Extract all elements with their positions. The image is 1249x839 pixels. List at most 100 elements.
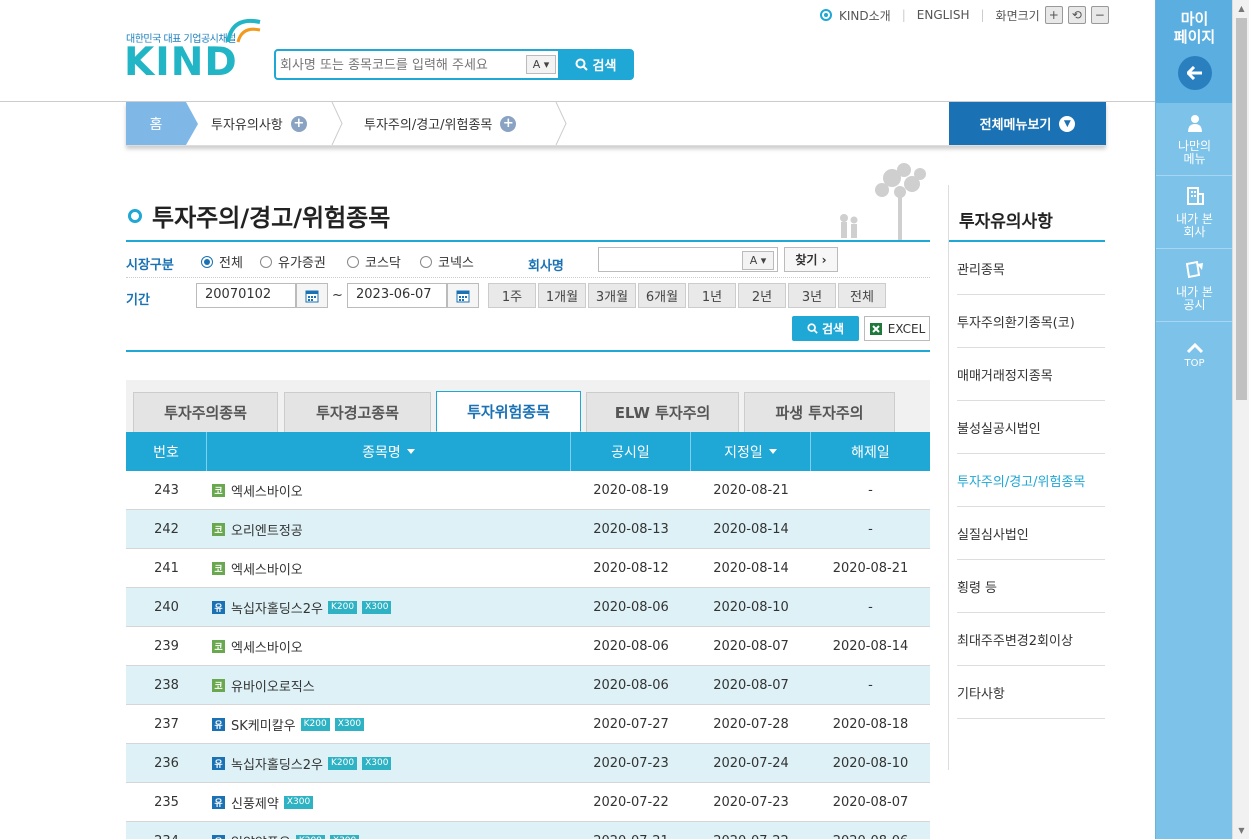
radio-label: 코넥스 [438, 256, 474, 271]
find-button[interactable]: 찾기 › [784, 247, 838, 272]
global-search-button[interactable]: 검색 [558, 50, 633, 79]
plus-icon[interactable]: + [500, 115, 517, 132]
form-search-button[interactable]: 검색 [792, 316, 859, 341]
kind-intro-link[interactable]: KIND소개 [839, 7, 891, 24]
market-radio-kosdaq[interactable]: 코스닥 [347, 252, 401, 271]
market-radio-konex[interactable]: 코넥스 [420, 252, 474, 271]
arrow-left-icon[interactable] [1178, 56, 1212, 90]
screen-size-label: 화면크기 [995, 8, 1040, 23]
zoom-in-button[interactable]: + [1044, 6, 1063, 24]
tab-caution[interactable]: 투자주의종목 [133, 392, 278, 432]
form-bottom-line [126, 350, 930, 352]
market-radio-all[interactable]: 전체 [201, 252, 243, 271]
page-title-text: 투자주의/경고/위험종목 [152, 204, 391, 232]
date-to-input[interactable]: 2023-06-07 [347, 283, 447, 308]
side-nav-item[interactable]: 투자주의환기종목(코) [957, 295, 1105, 348]
side-nav-item[interactable]: 관리종목 [957, 242, 1105, 295]
english-link[interactable]: ENGLISH [917, 8, 970, 22]
chevron-down-icon: ▼ [1059, 115, 1076, 132]
market-badge: 유 [212, 795, 225, 809]
date-from-input[interactable]: 20070102 [196, 283, 296, 308]
document-icon [1185, 260, 1203, 279]
scroll-down-arrow-icon[interactable]: ▼ [1233, 822, 1249, 839]
breadcrumb-item-investment-caution[interactable]: 투자유의사항 + [211, 102, 307, 145]
side-nav: 투자유의사항 관리종목 투자주의환기종목(코) 매매거래정지종목 불성실공시법인 투자주… [948, 185, 1106, 770]
tab-derivative-caution[interactable]: 파생 투자주의 [744, 392, 895, 432]
side-nav-item[interactable]: 최대주주변경2회이상 [957, 613, 1105, 666]
page-scrollbar[interactable]: ▲ ▼ [1232, 0, 1249, 839]
excel-button[interactable]: EXCEL [864, 316, 930, 341]
my-page-panel: 마이 페이지 나만의 메뉴 내가 본 회사 내가 본 공시 TOP [1155, 0, 1233, 839]
calendar-from-button[interactable] [296, 283, 328, 308]
company-link[interactable]: 신풍제약 [231, 793, 279, 812]
side-nav-item[interactable]: 투자주의/경고/위험종목 [957, 454, 1105, 507]
index-tag: X300 [334, 717, 365, 731]
chevron-up-icon [1186, 342, 1203, 354]
col-name[interactable]: 종목명 [207, 432, 571, 471]
side-nav-title: 투자유의사항 [959, 212, 1053, 232]
company-link[interactable]: 오리엔트정공 [231, 520, 303, 539]
period-6m-button[interactable]: 6개월 [638, 283, 686, 308]
market-radio-kospi[interactable]: 유가증권 [260, 252, 326, 271]
scroll-up-arrow-icon[interactable]: ▲ [1233, 0, 1249, 17]
side-nav-item[interactable]: 불성실공시법인 [957, 401, 1105, 454]
table-row: 235 유 신풍제약 X300 2020-07-22 2020-07-23 2020-08-… [126, 783, 930, 822]
radio-icon [260, 255, 272, 268]
my-page-header[interactable]: 마이 페이지 [1156, 0, 1233, 103]
company-link[interactable]: 엑세스바이오 [231, 481, 303, 500]
period-3y-button[interactable]: 3년 [788, 283, 836, 308]
kind-logo[interactable]: KIND [124, 43, 238, 82]
scrollbar-thumb[interactable] [1236, 18, 1247, 400]
table-row: 238 코 유바이오로직스 2020-08-06 2020-08-07 - [126, 666, 930, 705]
period-2y-button[interactable]: 2년 [738, 283, 786, 308]
period-1m-button[interactable]: 1개월 [538, 283, 586, 308]
cell-pub: 2020-08-19 [593, 482, 669, 498]
side-nav-item[interactable]: 매매거래정지종목 [957, 348, 1105, 401]
chevron-right-icon [555, 102, 567, 145]
radio-label: 코스닥 [365, 256, 401, 271]
cell-number: 238 [154, 677, 179, 693]
my-menu-button[interactable]: 나만의 메뉴 [1156, 103, 1233, 176]
period-1y-button[interactable]: 1년 [688, 283, 736, 308]
tab-elw-caution[interactable]: ELW 투자주의 [586, 392, 739, 432]
side-nav-item[interactable]: 실질심사법인 [957, 507, 1105, 560]
side-nav-item[interactable]: 횡령 등 [957, 560, 1105, 613]
table-row: 234 유 일양약품우 K200 X300 2020-07-212020-07-22202… [126, 822, 930, 839]
zoom-reset-button[interactable]: ⟲ [1067, 6, 1086, 24]
viewed-disclosures-button[interactable]: 내가 본 공시 [1156, 249, 1233, 322]
all-menu-button[interactable]: 전체메뉴보기 ▼ [949, 102, 1106, 145]
zoom-out-button[interactable]: − [1090, 6, 1109, 24]
ab-select[interactable]: A ▾ [526, 55, 556, 74]
plus-icon[interactable]: + [290, 115, 307, 132]
company-ab-select[interactable]: A ▾ [742, 251, 774, 270]
cell-number: 235 [154, 794, 179, 810]
calendar-to-button[interactable] [447, 283, 479, 308]
cell-pub: 2020-07-22 [593, 794, 669, 810]
company-link[interactable]: 녹십자홀딩스2우 [231, 598, 323, 617]
cell-pub: 2020-08-06 [593, 599, 669, 615]
period-1w-button[interactable]: 1주 [488, 283, 536, 308]
cell-pub: 2020-07-27 [593, 716, 669, 732]
calendar-icon [456, 290, 470, 302]
radio-icon [347, 255, 359, 268]
company-link[interactable]: 유바이오로직스 [231, 676, 315, 695]
company-link[interactable]: 엑세스바이오 [231, 637, 303, 656]
scroll-top-button[interactable]: TOP [1156, 330, 1233, 380]
market-badge: 유 [212, 717, 225, 731]
company-link[interactable]: SK케미칼우 [231, 715, 296, 734]
col-designated[interactable]: 지정일 [691, 432, 811, 471]
period-3m-button[interactable]: 3개월 [588, 283, 636, 308]
tab-danger[interactable]: 투자위험종목 [436, 391, 581, 432]
sort-down-icon [406, 449, 415, 454]
breadcrumb-item-warning-stocks[interactable]: 투자주의/경고/위험종목 + [364, 102, 517, 145]
tab-warning[interactable]: 투자경고종목 [284, 392, 431, 432]
company-link[interactable]: 일양약품우 [231, 832, 291, 839]
period-all-button[interactable]: 전체 [838, 283, 886, 308]
cell-desig: 2020-07-23 [713, 794, 789, 810]
global-search-input[interactable] [280, 54, 526, 76]
company-link[interactable]: 엑세스바이오 [231, 559, 303, 578]
side-nav-item[interactable]: 기타사항 [957, 666, 1105, 719]
viewed-companies-button[interactable]: 내가 본 회사 [1156, 176, 1233, 249]
company-link[interactable]: 녹십자홀딩스2우 [231, 754, 323, 773]
breadcrumb-home[interactable]: 홈 [126, 102, 198, 145]
